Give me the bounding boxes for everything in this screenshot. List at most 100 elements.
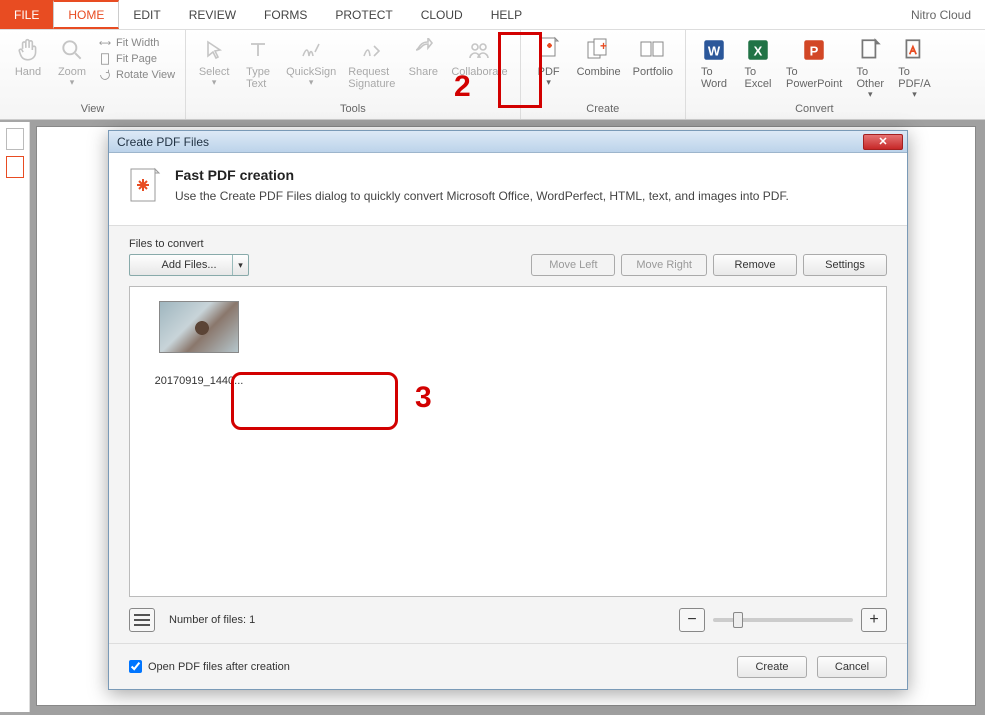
zoom-slider[interactable] — [713, 618, 853, 622]
svg-text:X: X — [754, 43, 763, 58]
tab-cloud[interactable]: CLOUD — [407, 0, 477, 29]
open-after-label: Open PDF files after creation — [148, 661, 290, 673]
dialog-subtext: Use the Create PDF Files dialog to quick… — [175, 189, 789, 203]
settings-button[interactable]: Settings — [803, 254, 887, 276]
hand-icon — [14, 36, 42, 64]
move-left-button[interactable]: Move Left — [531, 254, 615, 276]
file-list-pane[interactable]: 20170919_1440... — [129, 286, 887, 597]
menu-tabs: FILE HOME EDIT REVIEW FORMS PROTECT CLOU… — [0, 0, 985, 30]
chevron-down-icon: ▾ — [309, 78, 314, 88]
share-button[interactable]: Share — [401, 34, 445, 80]
left-dock — [0, 122, 30, 712]
page-thumb-2[interactable] — [6, 156, 24, 178]
tab-edit[interactable]: EDIT — [119, 0, 174, 29]
rotate-view-button[interactable]: Rotate View — [98, 68, 175, 82]
zoom-slider-knob[interactable] — [733, 612, 743, 628]
tab-help[interactable]: HELP — [477, 0, 536, 29]
zoom-button[interactable]: Zoom ▾ — [50, 34, 94, 90]
to-powerpoint-label: To PowerPoint — [786, 66, 842, 90]
fit-width-label: Fit Width — [116, 37, 159, 49]
request-signature-button[interactable]: Request Signature — [342, 34, 401, 92]
to-pdfa-button[interactable]: To PDF/A ▾ — [892, 34, 936, 102]
open-after-checkbox[interactable]: Open PDF files after creation — [129, 660, 290, 673]
to-other-label: To Other — [857, 66, 885, 90]
hand-label: Hand — [15, 66, 41, 78]
svg-text:P: P — [810, 43, 819, 58]
signature-icon — [297, 36, 325, 64]
to-word-label: To Word — [701, 66, 727, 90]
svg-text:W: W — [708, 43, 721, 58]
nitro-cloud-label[interactable]: Nitro Cloud — [897, 0, 985, 29]
portfolio-button[interactable]: Portfolio — [627, 34, 679, 80]
portfolio-icon — [639, 36, 667, 64]
collaborate-button[interactable]: Collaborate — [445, 34, 513, 80]
share-icon — [409, 36, 437, 64]
ribbon: Hand Zoom ▾ Fit Width — [0, 30, 985, 120]
files-to-convert-label: Files to convert — [129, 238, 887, 250]
add-files-label: Add Files... — [161, 259, 216, 271]
ribbon-group-view: Hand Zoom ▾ Fit Width — [0, 30, 186, 119]
collaborate-label: Collaborate — [451, 66, 507, 78]
file-item[interactable]: 20170919_1440... — [144, 301, 254, 387]
select-button[interactable]: Select ▾ — [192, 34, 236, 90]
dialog-heading: Fast PDF creation — [175, 167, 789, 183]
type-text-icon — [244, 36, 272, 64]
group-title-view: View — [6, 103, 179, 117]
tab-protect[interactable]: PROTECT — [321, 0, 406, 29]
zoom-out-button[interactable]: − — [679, 608, 705, 632]
share-label: Share — [409, 66, 438, 78]
page-thumb-1[interactable] — [6, 128, 24, 150]
chevron-down-icon: ▾ — [546, 78, 551, 88]
group-title-create: Create — [527, 103, 679, 117]
fit-width-button[interactable]: Fit Width — [98, 36, 175, 50]
zoom-in-button[interactable]: + — [861, 608, 887, 632]
file-count-label: Number of files: 1 — [169, 614, 255, 626]
to-other-icon — [856, 36, 884, 64]
ribbon-group-convert: W To Word X To Excel P To PowerPoint To … — [686, 30, 943, 119]
dialog-toolbar: Files to convert Add Files... ▾ Move Lef… — [109, 226, 907, 276]
quicksign-button[interactable]: QuickSign ▾ — [280, 34, 342, 90]
excel-icon: X — [744, 36, 772, 64]
dialog-footer: Open PDF files after creation Create Can… — [109, 643, 907, 689]
to-word-button[interactable]: W To Word — [692, 34, 736, 92]
create-pdf-dialog: Create PDF Files ✕ Fast PDF creation Use… — [108, 130, 908, 690]
hand-tool-button[interactable]: Hand — [6, 34, 50, 80]
fit-page-label: Fit Page — [116, 53, 157, 65]
close-button[interactable]: ✕ — [863, 134, 903, 150]
dialog-statusbar: Number of files: 1 − + — [129, 603, 887, 637]
tab-review[interactable]: REVIEW — [175, 0, 250, 29]
to-other-button[interactable]: To Other ▾ — [848, 34, 892, 102]
to-excel-label: To Excel — [745, 66, 772, 90]
dialog-titlebar[interactable]: Create PDF Files ✕ — [109, 131, 907, 153]
file-name-label: 20170919_1440... — [155, 375, 244, 387]
ribbon-group-tools: Select ▾ Type Text QuickSign ▾ Request S… — [186, 30, 521, 119]
request-signature-label: Request Signature — [348, 66, 395, 90]
type-text-button[interactable]: Type Text — [236, 34, 280, 92]
create-button[interactable]: Create — [737, 656, 807, 678]
cancel-button[interactable]: Cancel — [817, 656, 887, 678]
tab-forms[interactable]: FORMS — [250, 0, 321, 29]
file-thumbnail — [159, 301, 239, 353]
pdf-button[interactable]: PDF ▾ — [527, 34, 571, 90]
tab-file[interactable]: FILE — [0, 0, 53, 29]
combine-button[interactable]: + Combine — [571, 34, 627, 80]
tab-home[interactable]: HOME — [53, 0, 119, 29]
add-files-button[interactable]: Add Files... ▾ — [129, 254, 249, 276]
open-after-checkbox-input[interactable] — [129, 660, 142, 673]
move-right-button[interactable]: Move Right — [621, 254, 707, 276]
dialog-title-text: Create PDF Files — [117, 135, 209, 149]
remove-button[interactable]: Remove — [713, 254, 797, 276]
group-title-convert: Convert — [692, 103, 937, 117]
to-powerpoint-button[interactable]: P To PowerPoint — [780, 34, 848, 92]
pdf-new-icon — [535, 36, 563, 64]
chevron-down-icon[interactable]: ▾ — [232, 255, 248, 275]
list-view-toggle[interactable] — [129, 608, 155, 632]
rotate-icon — [98, 68, 112, 82]
fit-page-button[interactable]: Fit Page — [98, 52, 175, 66]
chevron-down-icon: ▾ — [70, 78, 75, 88]
word-icon: W — [700, 36, 728, 64]
dialog-header: Fast PDF creation Use the Create PDF Fil… — [109, 153, 907, 226]
to-excel-button[interactable]: X To Excel — [736, 34, 780, 92]
ribbon-group-create: PDF ▾ + Combine Portfolio Create — [521, 30, 686, 119]
cursor-icon — [200, 36, 228, 64]
